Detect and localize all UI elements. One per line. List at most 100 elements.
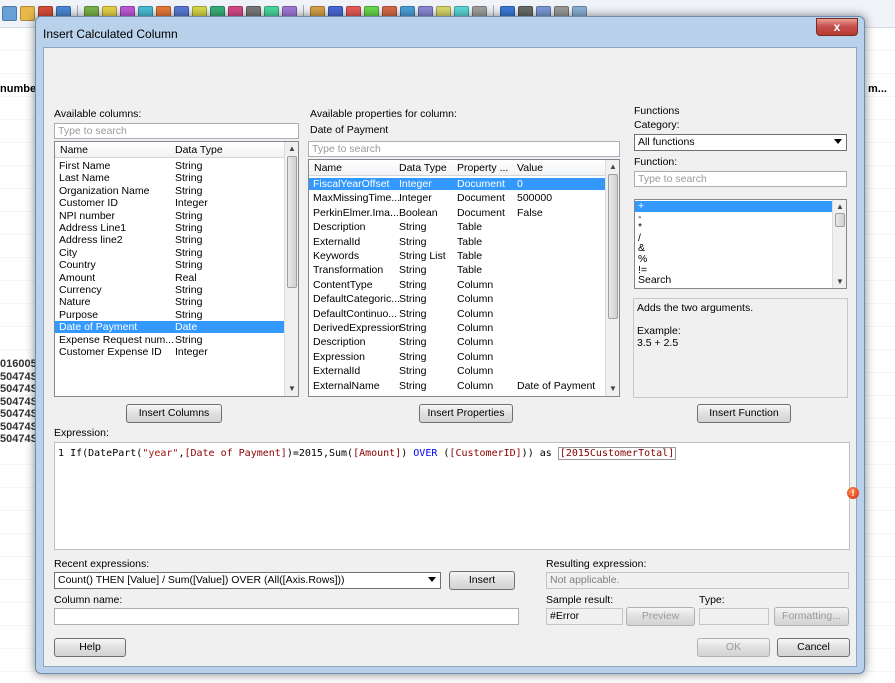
property-name: FiscalYearOffset	[313, 178, 390, 190]
property-list-item[interactable]: Description String Table	[309, 221, 605, 233]
property-name: Expression	[313, 350, 365, 363]
column-list-item[interactable]: Address line2 String	[55, 234, 284, 246]
columns-search-input[interactable]: Type to search	[54, 123, 299, 139]
close-button[interactable]: x	[816, 18, 858, 36]
prop-header-name[interactable]: Name	[314, 162, 342, 174]
column-list-item[interactable]: Currency String	[55, 284, 284, 296]
insert-function-button[interactable]: Insert Function	[697, 404, 791, 423]
function-scroll-thumb[interactable]	[835, 213, 845, 227]
error-icon[interactable]: !	[847, 487, 859, 499]
property-list-item[interactable]: MaxMissingTime... Integer Document 500000	[309, 192, 605, 204]
property-list-item[interactable]: ExternalId String Column	[309, 365, 605, 377]
insert-columns-button[interactable]: Insert Columns	[126, 404, 222, 423]
property-datatype: String List	[399, 250, 446, 262]
bg-cell: 50474S	[0, 370, 38, 383]
column-datatype: String	[175, 160, 203, 172]
column-list-item[interactable]: Customer ID Integer	[55, 197, 284, 209]
column-name-input[interactable]	[54, 608, 519, 625]
bg-column-values: 016005 50474S 50474S 50474S 50474S 50474S 5047…	[0, 358, 40, 446]
property-list-item[interactable]: Expression String Column	[309, 351, 605, 363]
function-list-item[interactable]: -	[635, 212, 832, 223]
function-list[interactable]: + - * / &% != Search ▲ ▼	[634, 199, 847, 289]
insert-properties-button[interactable]: Insert Properties	[419, 404, 513, 423]
bg-cell: 50474S	[0, 408, 38, 420]
column-name-label: Column name:	[54, 594, 123, 606]
insert-recent-button[interactable]: Insert	[449, 571, 515, 590]
column-list-item[interactable]: Last Name String	[55, 172, 284, 184]
column-list-item[interactable]: Amount Real	[55, 272, 284, 284]
column-header-datatype[interactable]: Data Type	[175, 144, 223, 156]
help-button[interactable]: Help	[54, 638, 126, 657]
toolbar-tool-icon[interactable]	[20, 6, 35, 21]
function-list-item[interactable]: *	[635, 222, 832, 233]
recent-expressions-dropdown[interactable]: Count() THEN [Value] / Sum([Value]) OVER…	[54, 572, 441, 589]
property-name: MaxMissingTime...	[313, 192, 401, 205]
property-list-item[interactable]: DefaultContinuo... String Column	[309, 308, 605, 320]
ok-button[interactable]: OK	[697, 638, 770, 657]
property-datatype: String	[399, 350, 427, 363]
column-list-item[interactable]: Date of Payment Date	[55, 321, 284, 334]
function-list-item[interactable]: /	[635, 233, 832, 244]
bg-cell: 016005	[0, 358, 37, 370]
property-kind: Column	[457, 307, 494, 320]
column-list-item[interactable]: Nature String	[55, 296, 284, 308]
example-value: 3.5 + 2.5	[637, 337, 679, 349]
function-search-input[interactable]: Type to search	[634, 171, 847, 187]
category-dropdown[interactable]: All functions	[634, 134, 847, 151]
toolbar-tool-icon[interactable]	[2, 6, 17, 21]
property-datatype: String	[399, 293, 427, 306]
column-datatype: Integer	[175, 346, 208, 358]
columns-scroll-thumb[interactable]	[287, 156, 297, 288]
prop-header-property[interactable]: Property ...	[457, 162, 508, 174]
function-list-item[interactable]: +	[635, 201, 832, 212]
column-list-item[interactable]: Address Line1 String	[55, 222, 284, 234]
property-list-item[interactable]: Keywords String List Table	[309, 250, 605, 262]
prop-header-datatype[interactable]: Data Type	[399, 162, 447, 174]
property-kind: Document	[457, 206, 505, 219]
property-list-item[interactable]: DefaultCategoric... String Column	[309, 293, 605, 305]
column-datatype: String	[175, 308, 203, 321]
dialog-titlebar[interactable]: Insert Calculated Column x	[36, 17, 864, 47]
preview-button[interactable]: Preview	[626, 607, 695, 626]
columns-scrollbar[interactable]: ▲ ▼	[284, 142, 298, 396]
properties-scroll-thumb[interactable]	[608, 174, 618, 319]
available-properties-list[interactable]: Name Data Type Property ... Value Fiscal…	[308, 159, 620, 397]
property-list-item[interactable]: ExternalId String Table	[309, 236, 605, 248]
prop-header-value[interactable]: Value	[517, 162, 543, 174]
cancel-button[interactable]: Cancel	[777, 638, 850, 657]
column-list-item[interactable]: Country String	[55, 259, 284, 271]
resulting-expression-label: Resulting expression:	[546, 558, 647, 570]
property-list-item[interactable]: FiscalYearOffset Integer Document 0	[309, 178, 605, 191]
property-list-item[interactable]: Transformation String Table	[309, 264, 605, 276]
column-name: Country	[59, 259, 96, 272]
property-datatype: Integer	[399, 178, 432, 190]
property-datatype: String	[399, 278, 427, 291]
properties-scrollbar[interactable]: ▲ ▼	[605, 160, 619, 396]
property-list-item[interactable]: ContentType String Column	[309, 279, 605, 291]
property-list-item[interactable]: DerivedExpression String Column	[309, 322, 605, 334]
column-list-item[interactable]: NPI number String	[55, 210, 284, 222]
property-name: Transformation	[313, 264, 384, 277]
expression-editor[interactable]: 1 If(DatePart("year",[Date of Payment])=…	[54, 442, 850, 550]
column-header-name[interactable]: Name	[60, 144, 88, 156]
property-list-item[interactable]: Description String Column	[309, 336, 605, 348]
column-list-item[interactable]: Organization Name String	[55, 185, 284, 197]
properties-list-header: Name Data Type Property ... Value	[309, 160, 605, 176]
category-label: Category:	[634, 119, 680, 131]
available-columns-list[interactable]: Name Data Type First Name String Last Name…	[54, 141, 299, 397]
column-list-item[interactable]: Purpose String	[55, 309, 284, 321]
column-list-item[interactable]: Customer Expense ID Integer	[55, 346, 284, 358]
column-list-item[interactable]: Expense Request num... String	[55, 334, 284, 346]
property-list-item[interactable]: PerkinElmer.Ima... Boolean Document False	[309, 207, 605, 219]
property-value: Date of Payment	[517, 379, 596, 392]
function-list-item[interactable]: Search	[635, 275, 832, 286]
column-list-item[interactable]: City String	[55, 247, 284, 259]
properties-search-input[interactable]: Type to search	[308, 141, 620, 157]
property-list-item[interactable]: ExternalName String Column Date of Payment	[309, 380, 605, 392]
column-list-item[interactable]: First Name String	[55, 160, 284, 172]
function-list-item[interactable]: %	[635, 254, 832, 265]
function-scrollbar[interactable]: ▲ ▼	[832, 200, 846, 288]
function-list-item[interactable]: &	[635, 243, 832, 254]
column-datatype: String	[175, 296, 203, 309]
formatting-button[interactable]: Formatting...	[774, 607, 849, 626]
